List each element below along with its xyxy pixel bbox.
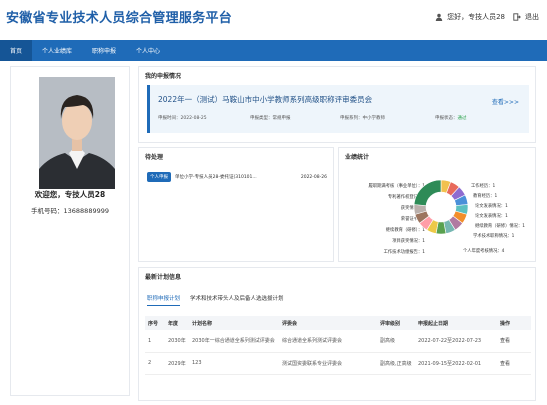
stat-label: 教育经历：1: [473, 194, 498, 199]
phone-number: 13688889999: [63, 207, 110, 215]
meta-label: 申报类型：: [250, 116, 273, 121]
meta-label: 申报系列：: [340, 116, 363, 121]
column-header: 年度: [165, 316, 189, 330]
meta-value: 2022-08-25: [180, 116, 207, 121]
cell-board: 测试国资委联系专业评委会: [279, 352, 377, 375]
stat-label: 学术技术职称情况：1: [473, 234, 515, 239]
greeting-text: 您好，专技人员28: [447, 13, 505, 21]
view-button[interactable]: 查看: [500, 361, 510, 367]
tab-title-plan[interactable]: 职称申报计划: [147, 294, 181, 306]
cell-no: 2: [145, 352, 165, 375]
column-header: 计划名称: [189, 316, 279, 330]
todo-tag: 个人申报: [147, 172, 171, 182]
meta-apply-type: 申报类型：常规申报: [250, 115, 291, 121]
column-header: 评委会: [279, 316, 377, 330]
cell-year: 2030年: [165, 330, 189, 353]
stat-label: 论文发表情况：1: [475, 214, 508, 219]
application-title: 2022年一（测试）马鞍山市中小学教师系列高级职称评审委员会: [158, 95, 373, 104]
user-icon: [435, 13, 443, 21]
logout-link[interactable]: 退出: [525, 12, 539, 22]
status-badge: 通过: [457, 116, 467, 121]
cell-dates: 2021-09-15至2022-02-01: [415, 352, 497, 375]
todo-date: 2022-08-26: [300, 174, 327, 180]
column-header: 操作: [497, 316, 531, 330]
meta-label: 申报状态：: [435, 116, 458, 121]
nav-performance[interactable]: 个人业绩库: [32, 40, 82, 61]
app-title: 安徽省专业技术人员综合管理服务平台: [6, 11, 233, 26]
nav-title-application[interactable]: 职称申报: [82, 40, 126, 61]
table-header-row: 序号 年度 计划名称 评委会 评审级别 申报起止日期 操作: [145, 316, 531, 330]
column-header: 序号: [145, 316, 165, 330]
pie-slice: [413, 179, 442, 206]
meta-value: 常规申报: [272, 116, 291, 121]
stat-label: 工作经历：1: [471, 184, 496, 189]
welcome-text: 欢迎您，专技人员28: [34, 190, 106, 199]
panel-heading: 最新计划信息: [145, 274, 182, 281]
meta-apply-time: 申报时间：2022-08-25: [158, 115, 207, 121]
application-card: 2022年一（测试）马鞍山市中小学教师系列高级职称评审委员会 查看>>> 申报时…: [147, 85, 529, 133]
user-bar: 您好，专技人员28 退出: [435, 12, 539, 22]
panel-heading: 待处理: [145, 154, 164, 161]
main-nav: 首页 个人业绩库 职称申报 个人中心: [0, 40, 547, 61]
column-header: 申报起止日期: [415, 316, 497, 330]
cell-dates: 2022-07-22至2022-07-23: [415, 330, 497, 353]
panel-heading: 我的申报情况: [145, 73, 182, 80]
plan-table: 序号 年度 计划名称 评委会 评审级别 申报起止日期 操作 1 2030年 20…: [145, 316, 531, 375]
stats-panel: 业绩统计 履职期满考核（事业单位）：1 专利著作权登记：1 获奖情况：1 荣誉证…: [338, 147, 536, 262]
todo-panel: 待处理 个人申报 单位小学-专技人员28-委托证(310101... 2022-…: [138, 147, 334, 262]
todo-text[interactable]: 单位小学-专技人员28-委托证(310101...: [175, 174, 271, 180]
plan-tabs: 职称申报计划 学术和技术带头人及后备人选选拔计划: [147, 294, 284, 306]
list-item[interactable]: 个人申报 单位小学-专技人员28-委托证(310101... 2022-08-2…: [147, 170, 327, 184]
logout-icon[interactable]: [513, 13, 521, 21]
stat-label: 工作技术功绩报告：1: [383, 250, 425, 255]
stat-label: 论文发表情况：1: [475, 204, 508, 209]
cell-op: 查看: [497, 352, 531, 375]
stat-label: 个人年度考核情况：4: [463, 249, 505, 254]
panel-heading: 业绩统计: [345, 154, 370, 161]
cell-op: 查看: [497, 330, 531, 353]
stat-label: 项目获奖情况：1: [392, 239, 425, 244]
phone-label: 手机号码：: [31, 207, 64, 215]
profile-panel: 欢迎您，专技人员28 手机号码：13688889999: [10, 66, 130, 396]
column-header: 评审级别: [377, 316, 415, 330]
meta-label: 申报时间：: [158, 116, 181, 121]
cell-plan-name: 2030年一综合通道全系列测试评委会: [189, 330, 279, 353]
meta-apply-series: 申报系列：中小学教师: [340, 115, 385, 121]
cell-year: 2029年: [165, 352, 189, 375]
cell-level: 副高级,正高级: [377, 352, 415, 375]
stat-label: 继续教育（研修）情况：1: [475, 224, 525, 229]
plan-panel: 最新计划信息 职称申报计划 学术和技术带头人及后备人选选拔计划 序号 年度 计划…: [138, 267, 536, 401]
header: 安徽省专业技术人员综合管理服务平台 您好，专技人员28 退出: [0, 0, 547, 40]
view-link[interactable]: 查看>>>: [492, 97, 519, 106]
cell-no: 1: [145, 330, 165, 353]
my-application-panel: 我的申报情况 2022年一（测试）马鞍山市中小学教师系列高级职称评审委员会 查看…: [138, 66, 536, 143]
donut-chart: [413, 179, 469, 235]
table-row: 1 2030年 2030年一综合通道全系列测试评委会 综合通道全系列测试评委会 …: [145, 330, 531, 353]
table-row: 2 2029年 123 测试国资委联系专业评委会 副高级,正高级 2021-09…: [145, 352, 531, 375]
nav-personal-center[interactable]: 个人中心: [126, 40, 170, 61]
cell-level: 副高级: [377, 330, 415, 353]
meta-value: 中小学教师: [362, 116, 386, 121]
view-button[interactable]: 查看: [500, 338, 510, 344]
phone-line: 手机号码：13688889999: [11, 205, 129, 215]
avatar: [39, 77, 115, 189]
cell-plan-name: 123: [189, 352, 279, 375]
cell-board: 综合通道全系列测试评委会: [279, 330, 377, 353]
tab-talent-plan[interactable]: 学术和技术带头人及后备人选选拔计划: [190, 294, 284, 306]
meta-apply-status: 申报状态：通过: [435, 115, 467, 121]
nav-home[interactable]: 首页: [0, 40, 33, 61]
